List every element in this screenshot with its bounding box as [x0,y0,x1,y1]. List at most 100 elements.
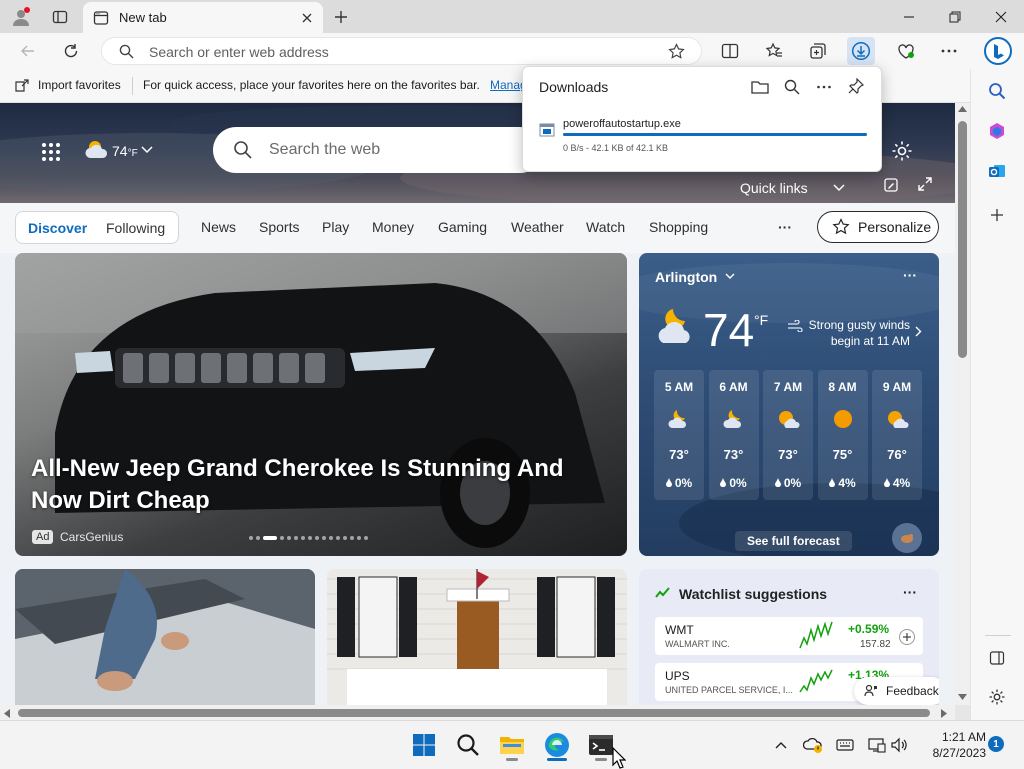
profile-icon[interactable] [8,4,34,30]
pin-icon[interactable] [848,78,864,94]
horizontal-scroll-thumb[interactable] [18,709,930,717]
favorites-icon[interactable] [760,37,788,65]
nav-money[interactable]: Money [372,219,414,235]
nav-news[interactable]: News [201,219,236,235]
sidebar-add-icon[interactable] [983,201,1011,229]
vertical-scroll-thumb[interactable] [958,121,967,358]
search-downloads-icon[interactable] [784,79,800,95]
scroll-left-icon[interactable] [4,709,10,718]
downloads-more-icon[interactable] [816,79,832,95]
close-window-button[interactable] [978,0,1024,33]
nav-shopping[interactable]: Shopping [649,219,708,235]
settings-more-icon[interactable] [935,37,963,65]
carousel-dot[interactable] [280,536,284,540]
tab-actions-icon[interactable] [47,4,73,30]
carousel-dot[interactable] [315,536,319,540]
bing-copilot-icon[interactable] [982,35,1014,67]
carousel-dot[interactable] [287,536,291,540]
weather-card[interactable]: Arlington ··· 74 °F Strong gusty winds b… [639,253,939,556]
tab-discover[interactable]: Discover [28,220,87,236]
alert-chevron-right-icon[interactable] [915,326,922,337]
refresh-button[interactable] [57,37,85,65]
carousel-dot[interactable] [308,536,312,540]
personalize-button[interactable]: Personalize [817,211,939,243]
hide-sidebar-icon[interactable] [983,644,1011,672]
carousel-dot[interactable] [294,536,298,540]
weather-location[interactable]: Arlington [655,269,717,285]
nav-watch[interactable]: Watch [586,219,625,235]
flooring-story-card[interactable] [15,569,315,705]
add-stock-icon[interactable] [899,629,915,645]
sidebar-settings-icon[interactable] [983,683,1011,711]
nav-weather[interactable]: Weather [511,219,564,235]
file-explorer-icon[interactable] [496,729,528,761]
weather-more-icon[interactable]: ··· [903,267,917,283]
carousel-dot[interactable] [364,536,368,540]
hero-weather-icon[interactable] [84,138,112,162]
carousel-dot[interactable] [322,536,326,540]
vertical-scrollbar[interactable] [955,103,970,705]
favorite-star-icon[interactable] [668,43,685,60]
hero-temperature[interactable]: 74°F [112,143,138,159]
notification-badge[interactable]: 1 [988,736,1004,752]
scroll-down-icon[interactable] [958,694,967,700]
chevron-down-icon[interactable] [141,146,153,154]
horizontal-scrollbar[interactable] [0,705,955,720]
keyboard-icon[interactable] [829,729,861,761]
watchlist-card[interactable]: Watchlist suggestions ··· WMT WALMART IN… [639,569,939,705]
hourly-column[interactable]: 9 AM 76° 4% [872,370,922,500]
carousel-indicator[interactable] [249,536,368,540]
onedrive-warning-icon[interactable] [797,729,829,761]
nav-more-button[interactable]: ··· [778,219,792,235]
main-story-card[interactable]: All-New Jeep Grand Cherokee Is Stunning … [15,253,627,556]
nav-sports[interactable]: Sports [259,219,299,235]
nav-play[interactable]: Play [322,219,349,235]
collections-icon[interactable] [804,37,832,65]
main-story-headline[interactable]: All-New Jeep Grand Cherokee Is Stunning … [31,453,611,517]
open-folder-icon[interactable] [751,79,769,95]
restore-button[interactable] [932,0,978,33]
scroll-up-icon[interactable] [958,106,967,112]
quick-links-chevron-icon[interactable] [833,184,845,192]
sidebar-search-icon[interactable] [983,77,1011,105]
carousel-dot[interactable] [336,536,340,540]
carousel-dot[interactable] [350,536,354,540]
weather-alert[interactable]: Strong gusty winds begin at 11 AM [787,317,910,349]
close-tab-icon[interactable] [301,12,313,24]
story-source[interactable]: CarsGenius [60,530,123,544]
edit-background-icon[interactable] [884,178,898,192]
taskbar-search-icon[interactable] [452,729,484,761]
address-bar[interactable]: Search or enter web address [101,37,702,65]
carousel-dot[interactable] [249,536,253,540]
show-hidden-icons-icon[interactable] [765,729,797,761]
volume-icon[interactable] [884,729,916,761]
scroll-right-icon[interactable] [941,709,947,718]
weather-avatar-icon[interactable] [892,523,922,553]
see-full-forecast-link[interactable]: See full forecast [735,531,852,551]
import-favorites-link[interactable]: Import favorites [38,78,121,92]
download-file-name[interactable]: poweroffautostartup.exe [563,118,681,130]
sidebar-outlook-icon[interactable] [983,157,1011,185]
sidebar-office-icon[interactable] [983,117,1011,145]
apps-grid-icon[interactable] [41,142,61,162]
clock[interactable]: 1:21 AM 8/27/2023 [916,729,986,761]
start-button-icon[interactable] [408,729,440,761]
quick-links-toggle[interactable]: Quick links [740,180,808,196]
split-screen-icon[interactable] [716,37,744,65]
tab-new-tab[interactable]: New tab [83,2,323,33]
hourly-column[interactable]: 6 AM 73° 0% [708,370,759,500]
carousel-dot[interactable] [329,536,333,540]
carousel-dot[interactable] [301,536,305,540]
browser-essentials-icon[interactable] [892,37,920,65]
hourly-column[interactable]: 7 AM 73° 0% [763,370,813,500]
location-chevron-icon[interactable] [725,273,735,280]
downloads-button[interactable] [847,37,875,65]
carousel-dot[interactable] [263,536,277,540]
stock-row[interactable]: WMT WALMART INC. +0.59% 157.82 [655,617,923,655]
house-story-card[interactable] [327,569,627,705]
minimize-button[interactable] [886,0,932,33]
hourly-column[interactable]: 5 AM 73° 0% [654,370,704,500]
edge-taskbar-icon[interactable] [541,729,573,761]
web-search-box[interactable]: Search the web [213,127,543,173]
carousel-dot[interactable] [357,536,361,540]
